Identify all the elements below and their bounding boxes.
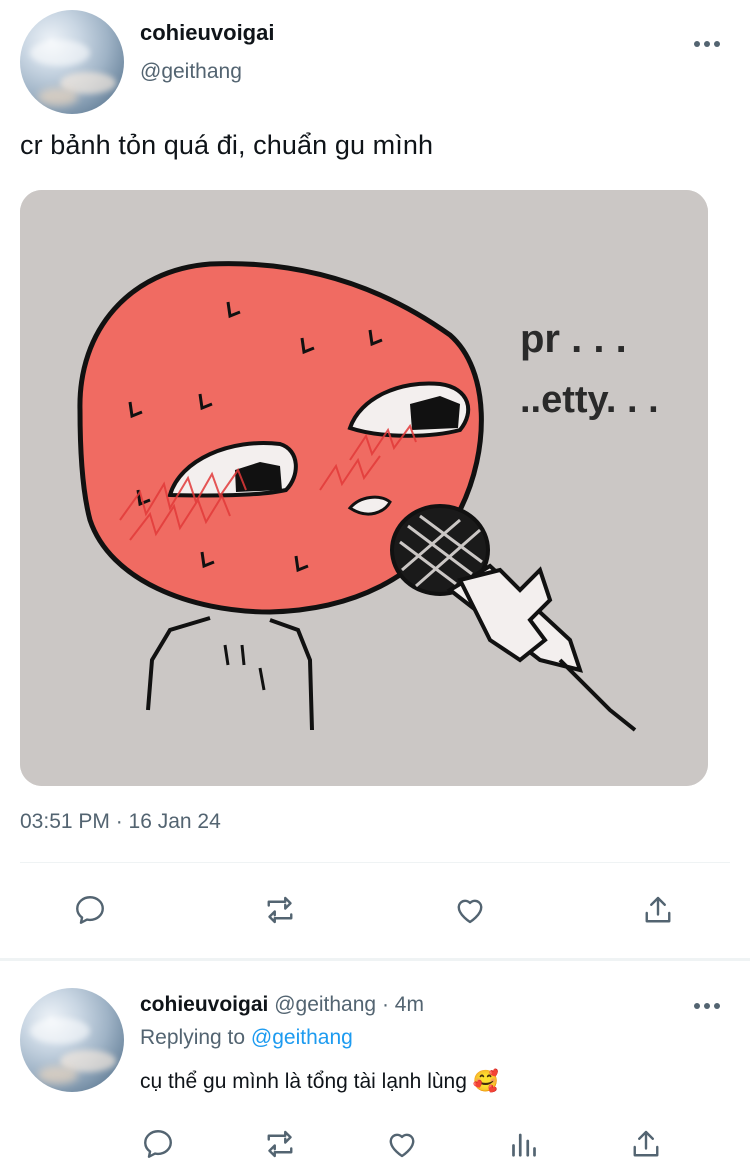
- reply-analytics-button[interactable]: [504, 1124, 544, 1164]
- tweet-timestamp[interactable]: 03:51 PM · 16 Jan 24: [20, 810, 221, 834]
- reply-author-name[interactable]: cohieuvoigai: [140, 993, 268, 1016]
- heart-icon: [457, 899, 483, 924]
- share-icon: [645, 896, 671, 923]
- reply-icon: [144, 1130, 172, 1158]
- author-handle[interactable]: @geithang: [140, 60, 242, 84]
- tweet-media-image[interactable]: pr . . . ..etty. . .: [20, 190, 708, 786]
- heart-icon: [389, 1133, 415, 1158]
- meme-caption-line1: pr . . .: [520, 317, 627, 361]
- meme-caption-line2: ..etty. . .: [520, 379, 659, 421]
- analytics-icon: [512, 1133, 536, 1157]
- more-options-icon[interactable]: [694, 40, 722, 48]
- author-avatar[interactable]: [20, 10, 124, 114]
- replying-to-label: Replying to: [140, 1026, 246, 1049]
- retweet-icon: [267, 896, 293, 924]
- reply-separator: ·: [376, 993, 395, 1016]
- reply-header: cohieuvoigai @geithang · 4m: [140, 993, 424, 1017]
- reply-retweet-button[interactable]: [260, 1124, 300, 1164]
- reply-more-options-icon[interactable]: [694, 1002, 722, 1010]
- replying-to-mention[interactable]: @geithang: [251, 1026, 353, 1049]
- reply-like-button[interactable]: [382, 1124, 422, 1164]
- share-button[interactable]: [638, 890, 678, 930]
- reply-button[interactable]: [70, 890, 110, 930]
- reply-reply-button[interactable]: [138, 1124, 178, 1164]
- reply-icon: [76, 896, 104, 924]
- divider: [20, 862, 730, 863]
- reply-text: cụ thể gu mình là tổng tài lạnh lùng 🥰: [140, 1070, 499, 1093]
- reply-author-handle[interactable]: @geithang: [274, 993, 376, 1016]
- reply-age[interactable]: 4m: [395, 993, 424, 1016]
- tweet-text: cr bảnh tỏn quá đi, chuẩn gu mình: [20, 130, 434, 160]
- meme-illustration: pr . . . ..etty. . .: [20, 190, 708, 786]
- share-icon: [633, 1130, 659, 1157]
- author-name[interactable]: cohieuvoigai: [140, 20, 274, 46]
- section-divider: [0, 958, 750, 961]
- replying-to: Replying to @geithang: [140, 1026, 353, 1050]
- like-button[interactable]: [450, 890, 490, 930]
- retweet-icon: [267, 1130, 293, 1158]
- reply-share-button[interactable]: [626, 1124, 666, 1164]
- retweet-button[interactable]: [260, 890, 300, 930]
- reply-author-avatar[interactable]: [20, 988, 124, 1092]
